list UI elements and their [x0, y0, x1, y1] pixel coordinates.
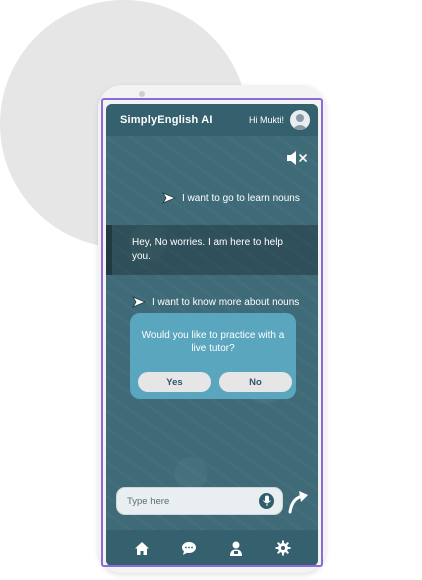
user-message-text: I want to know more about nouns: [152, 296, 300, 308]
user-message: I want to go to learn nouns: [162, 192, 300, 204]
chat-icon[interactable]: [180, 539, 198, 557]
phone-camera: [139, 91, 145, 97]
no-button[interactable]: No: [219, 372, 292, 392]
curved-arrow-icon[interactable]: [287, 488, 311, 514]
yes-button[interactable]: Yes: [138, 372, 211, 392]
user-greeting: Hi Mukti!: [248, 115, 284, 125]
bot-message: Hey, No worries. I am here to help you.: [106, 225, 318, 275]
home-icon[interactable]: [133, 539, 151, 557]
user-message-text: I want to go to learn nouns: [182, 192, 300, 204]
tutor-icon[interactable]: [227, 539, 245, 557]
user-avatar-icon[interactable]: [290, 110, 310, 130]
send-arrow-icon: [132, 296, 146, 308]
message-input[interactable]: [127, 495, 259, 507]
bottom-navigation: [106, 530, 318, 566]
microphone-icon[interactable]: [259, 493, 274, 509]
tutor-question: Would you like to practice with a live t…: [141, 330, 285, 354]
app-title: SimplyEnglish AI: [120, 114, 213, 126]
send-arrow-icon: [162, 192, 176, 204]
settings-icon[interactable]: [274, 539, 292, 557]
live-tutor-prompt: Would you like to practice with a live t…: [130, 313, 296, 399]
tutor-button-row: Yes No: [138, 372, 292, 392]
user-message: I want to know more about nouns: [132, 296, 299, 308]
app-screen: SimplyEnglish AI Hi Mukti! I want to go …: [106, 104, 318, 566]
bot-message-text: Hey, No worries. I am here to help you.: [132, 237, 283, 262]
speaker-muted-icon[interactable]: [286, 150, 308, 166]
app-header: SimplyEnglish AI Hi Mukti!: [106, 104, 318, 136]
message-composer: [116, 487, 283, 515]
